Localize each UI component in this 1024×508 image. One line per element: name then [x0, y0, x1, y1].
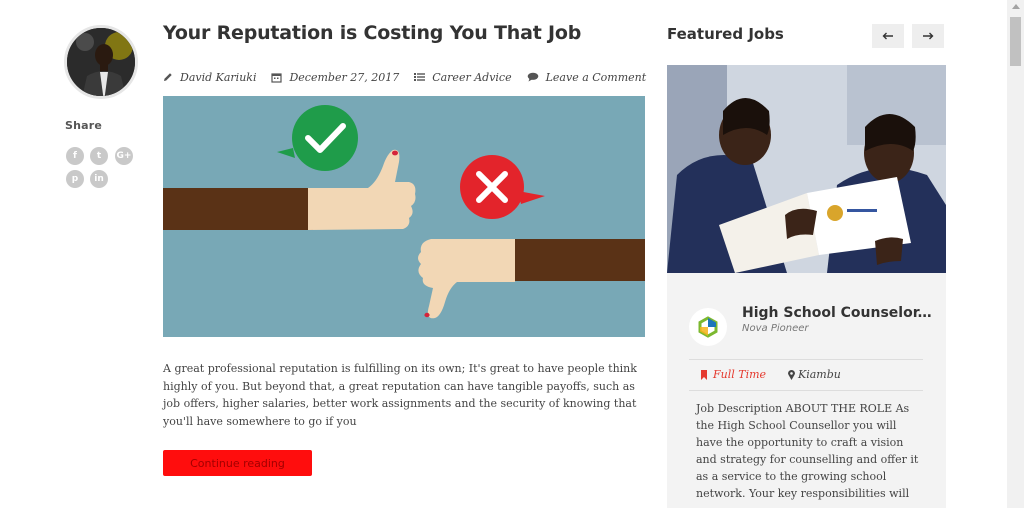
- post-excerpt: A great professional reputation is fulfi…: [163, 362, 637, 428]
- scroll-thumb[interactable]: [1010, 17, 1021, 66]
- featured-jobs-title: Featured Jobs: [667, 25, 784, 43]
- prev-job-button[interactable]: [872, 24, 904, 48]
- list-icon: [414, 73, 426, 81]
- share-label: Share: [65, 119, 103, 132]
- pinterest-icon[interactable]: p: [66, 170, 84, 188]
- job-divider-top: [689, 359, 923, 360]
- meta-date-text: December 27, 2017: [289, 70, 400, 84]
- job-type-text: Full Time: [713, 368, 767, 381]
- bookmark-icon: [701, 369, 707, 380]
- job-location-text: Kiambu: [798, 368, 841, 381]
- comment-icon: [527, 72, 538, 82]
- facebook-icon[interactable]: f: [66, 147, 84, 165]
- job-divider-bottom: [689, 390, 923, 391]
- job-location: Kiambu: [788, 368, 841, 381]
- job-type: Full Time: [700, 368, 766, 381]
- page-scrollbar[interactable]: [1007, 0, 1024, 508]
- meta-comments-text: Leave a Comment: [545, 70, 647, 84]
- job-company: Nova Pioneer: [742, 323, 809, 334]
- twitter-icon[interactable]: t: [90, 147, 108, 165]
- continue-reading-button[interactable]: Continue reading: [163, 450, 312, 476]
- job-card[interactable]: High School Counselor... Nova Pioneer Fu…: [667, 65, 946, 508]
- meta-author-name: David Kariuki: [180, 70, 257, 84]
- post-featured-image[interactable]: [163, 96, 645, 337]
- job-photo: [667, 65, 946, 273]
- google-plus-icon[interactable]: G+: [115, 147, 133, 165]
- meta-date: December 27, 2017: [271, 71, 399, 84]
- meta-category-text: Career Advice: [432, 70, 512, 84]
- job-description: Job Description ABOUT THE ROLE As the Hi…: [696, 402, 919, 500]
- meta-category[interactable]: Career Advice: [414, 70, 512, 84]
- post-meta: David Kariuki December 27, 2017 Career A…: [163, 69, 661, 85]
- map-pin-icon: [788, 369, 795, 380]
- meta-author[interactable]: David Kariuki: [163, 71, 256, 84]
- calendar-icon: [271, 72, 283, 83]
- author-avatar[interactable]: [64, 25, 138, 99]
- scroll-up-arrow-icon[interactable]: [1012, 4, 1020, 9]
- meta-comments[interactable]: Leave a Comment: [527, 70, 647, 84]
- job-title[interactable]: High School Counselor...: [742, 305, 932, 321]
- arrow-left-icon: [882, 32, 893, 40]
- next-job-button[interactable]: [912, 24, 944, 48]
- pencil-icon: [164, 73, 172, 81]
- arrow-right-icon: [923, 32, 934, 40]
- company-logo: [689, 308, 727, 346]
- linkedin-icon[interactable]: in: [90, 170, 108, 188]
- post-title[interactable]: Your Reputation is Costing You That Job: [163, 22, 581, 44]
